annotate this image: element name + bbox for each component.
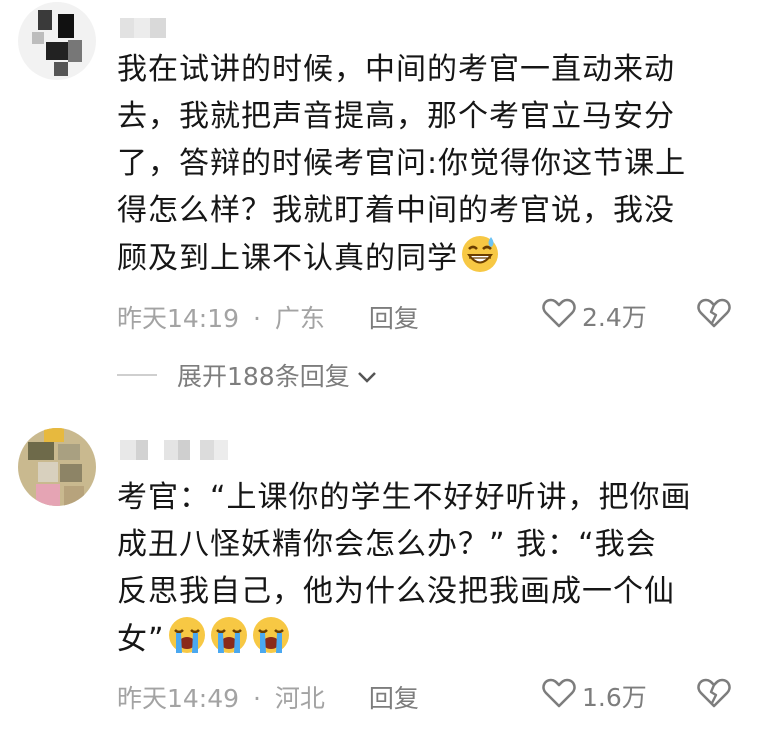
comment-line: 反思我自己，他为什么没把我画成一个仙 (117, 574, 675, 609)
timestamp: 昨天14:49 (117, 684, 240, 713)
comment-line: 去，我就把声音提高，那个考官立马安分 (117, 99, 675, 134)
heart-icon (542, 677, 582, 715)
comment-text: 我在试讲的时候，中间的考官一直动来动 去，我就把声音提高，那个考官立马安分 了，… (117, 46, 737, 288)
comment-line: 得怎么样？我就盯着中间的考官说，我没 (117, 193, 675, 228)
broken-heart-icon (697, 298, 731, 333)
comment-line: 顾及到上课不认真的同学 (117, 241, 458, 276)
meta-separator: · (253, 684, 261, 713)
comment-meta: 昨天14:19 · 广东 回复 (117, 299, 419, 335)
comment-line: 了，答辩的时候考官问:你觉得你这节课上 (117, 146, 687, 181)
reply-button[interactable]: 回复 (369, 679, 419, 715)
heart-icon (542, 297, 582, 335)
comment-line: 女” (117, 622, 165, 657)
avatar[interactable] (18, 2, 96, 80)
avatar[interactable] (18, 428, 96, 506)
expand-replies-button[interactable]: 展开188条回复 (117, 357, 378, 393)
comment-meta: 昨天14:49 · 河北 回复 (117, 679, 419, 715)
comment-line: 考官：“上课你的学生不好好听讲，把你画 (117, 480, 692, 515)
chevron-down-icon (356, 361, 378, 390)
crying-face-emoji (209, 615, 249, 669)
crying-face-emoji (167, 615, 207, 669)
location: 广东 (274, 304, 325, 333)
meta-separator: · (253, 304, 261, 333)
crying-face-emoji (251, 615, 291, 669)
comment-text: 考官：“上课你的学生不好好听讲，把你画 成丑八怪妖精你会怎么办？” 我：“我会 … (117, 474, 737, 669)
location: 河北 (274, 684, 325, 713)
like-count: 1.6万 (582, 683, 647, 712)
grinning-sweat-emoji (460, 234, 500, 288)
comment-line: 成丑八怪妖精你会怎么办？” 我：“我会 (117, 527, 657, 562)
broken-heart-icon (697, 678, 731, 713)
like-button[interactable]: 1.6万 (542, 677, 647, 715)
like-button[interactable]: 2.4万 (542, 297, 647, 335)
expand-replies-label: 展开188条回复 (177, 362, 350, 391)
dislike-button[interactable] (697, 677, 731, 713)
comment-line: 我在试讲的时候，中间的考官一直动来动 (117, 52, 675, 87)
timestamp: 昨天14:19 (117, 304, 240, 333)
reply-button[interactable]: 回复 (369, 299, 419, 335)
dislike-button[interactable] (697, 297, 731, 333)
like-count: 2.4万 (582, 303, 647, 332)
divider (117, 374, 157, 376)
